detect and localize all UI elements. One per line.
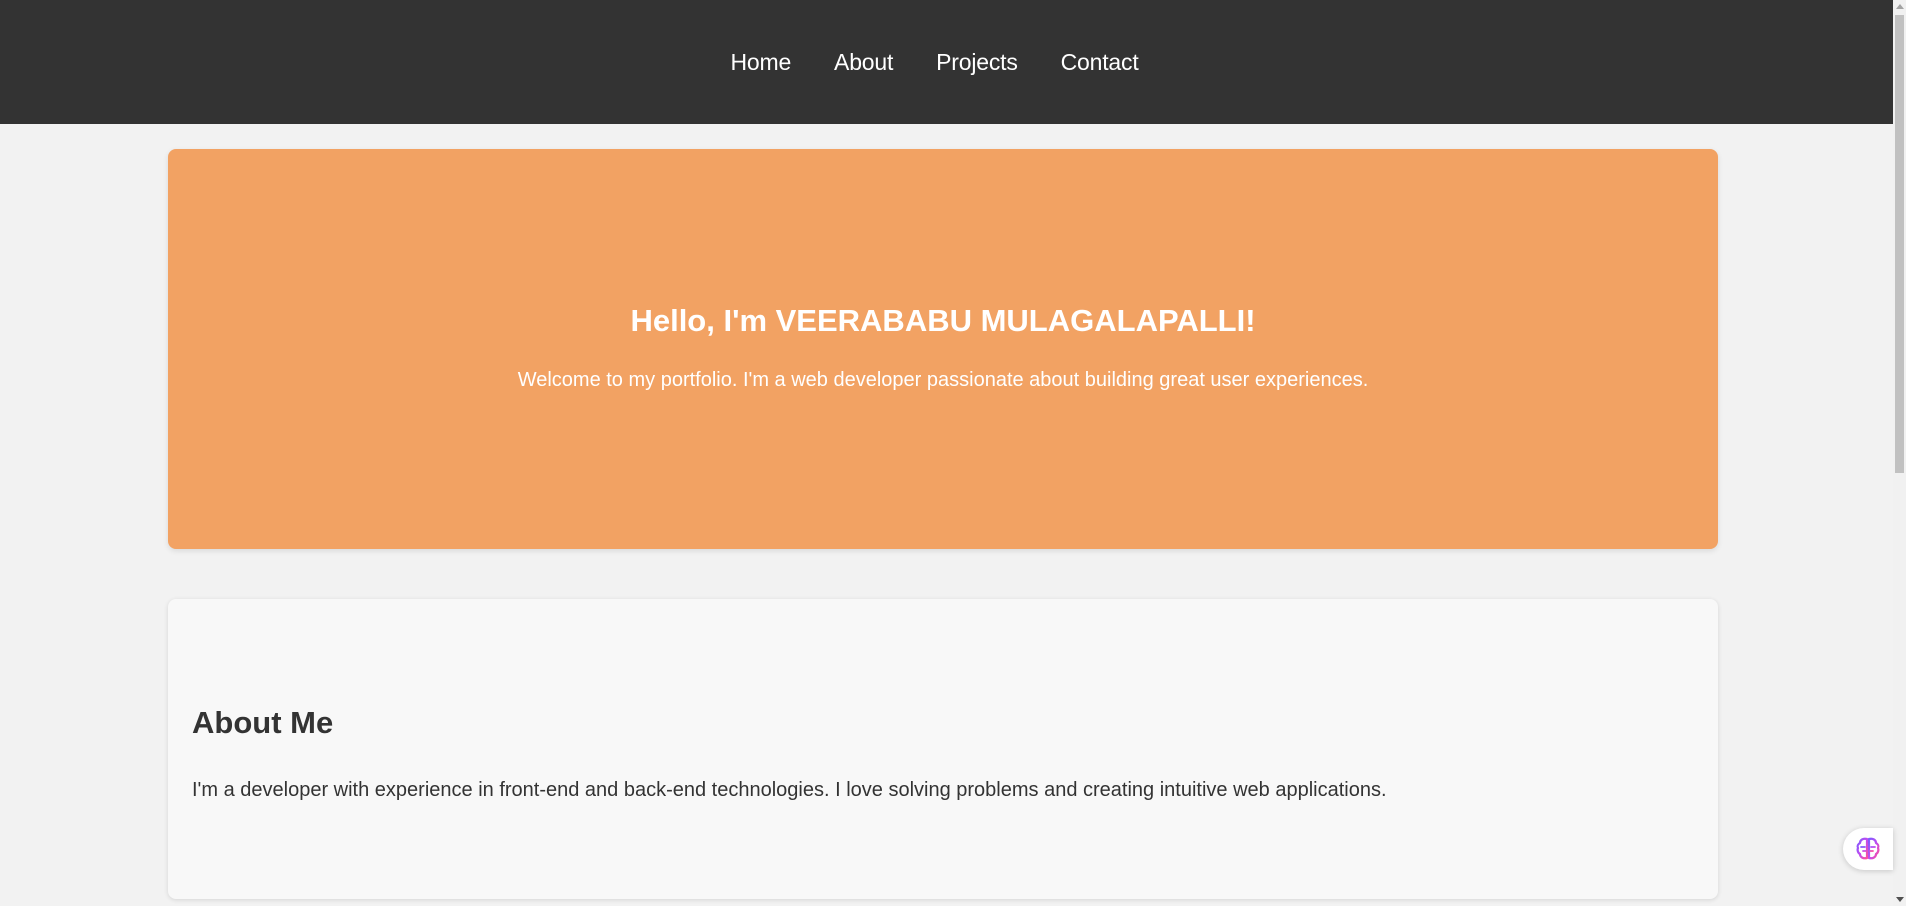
hero-subtitle: Welcome to my portfolio. I'm a web devel… [517, 368, 1369, 391]
nav-link-projects[interactable]: Projects [936, 49, 1018, 75]
vertical-scrollbar[interactable] [1893, 0, 1906, 906]
nav-link-home[interactable]: Home [730, 49, 791, 75]
hero-section: Hello, I'm VEERABABU MULAGALAPALLI! Welc… [168, 149, 1718, 549]
about-section: About Me I'm a developer with experience… [168, 599, 1718, 899]
about-title: About Me [192, 705, 334, 740]
nav-item-about: About [834, 49, 893, 76]
nav-menu: Home About Projects Contact [730, 49, 1162, 76]
nav-link-contact[interactable]: Contact [1061, 49, 1139, 75]
hero-title: Hello, I'm VEERABABU MULAGALAPALLI! [630, 302, 1256, 338]
scroll-up-arrow-icon[interactable] [1896, 4, 1904, 9]
scroll-down-arrow-icon[interactable] [1896, 897, 1904, 902]
assistant-widget-button[interactable] [1843, 828, 1893, 870]
brain-icon [1856, 837, 1880, 860]
nav-item-home: Home [730, 49, 791, 76]
top-navigation: Home About Projects Contact [0, 0, 1893, 124]
nav-link-about[interactable]: About [834, 49, 893, 75]
scrollbar-thumb[interactable] [1895, 15, 1904, 473]
nav-item-projects: Projects [936, 49, 1018, 76]
nav-item-contact: Contact [1061, 49, 1139, 76]
about-text: I'm a developer with experience in front… [192, 779, 1387, 801]
